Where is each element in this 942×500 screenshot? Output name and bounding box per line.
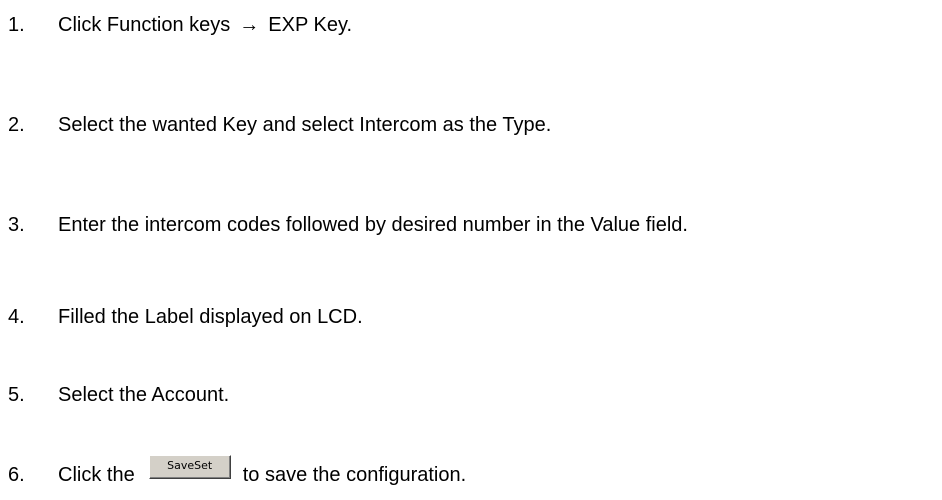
step-number: 4. (8, 306, 25, 328)
step-text-continued: to save the configuration. (242, 464, 467, 486)
step-number: 1. (8, 14, 25, 36)
step-text: Enter the intercom codes followed by des… (58, 214, 688, 236)
instruction-steps: 1. Click Function keys → EXP Key. 2. Sel… (0, 0, 942, 500)
step-4: 4. Filled the Label displayed on LCD. (8, 305, 363, 329)
step-number: 3. (8, 214, 25, 236)
step-3: 3. Enter the intercom codes followed by … (8, 213, 688, 237)
step-2: 2. Select the wanted Key and select Inte… (8, 113, 551, 137)
step-number: 5. (8, 384, 25, 406)
step-number: 6. (8, 464, 25, 486)
step-text-continued: EXP Key. (268, 14, 353, 36)
step-text: Click the (58, 464, 135, 486)
right-arrow-icon: → (239, 14, 260, 36)
step-text: Filled the Label displayed on LCD. (58, 306, 363, 328)
step-6: 6. Click the SaveSet to save the configu… (8, 455, 467, 487)
step-text: Select the wanted Key and select Interco… (58, 114, 552, 136)
step-text: Select the Account. (58, 384, 230, 406)
step-text: Click Function keys (58, 14, 231, 36)
step-5: 5. Select the Account. (8, 383, 229, 407)
saveset-button[interactable]: SaveSet (148, 455, 231, 479)
step-number: 2. (8, 114, 25, 136)
step-1: 1. Click Function keys → EXP Key. (8, 13, 352, 37)
